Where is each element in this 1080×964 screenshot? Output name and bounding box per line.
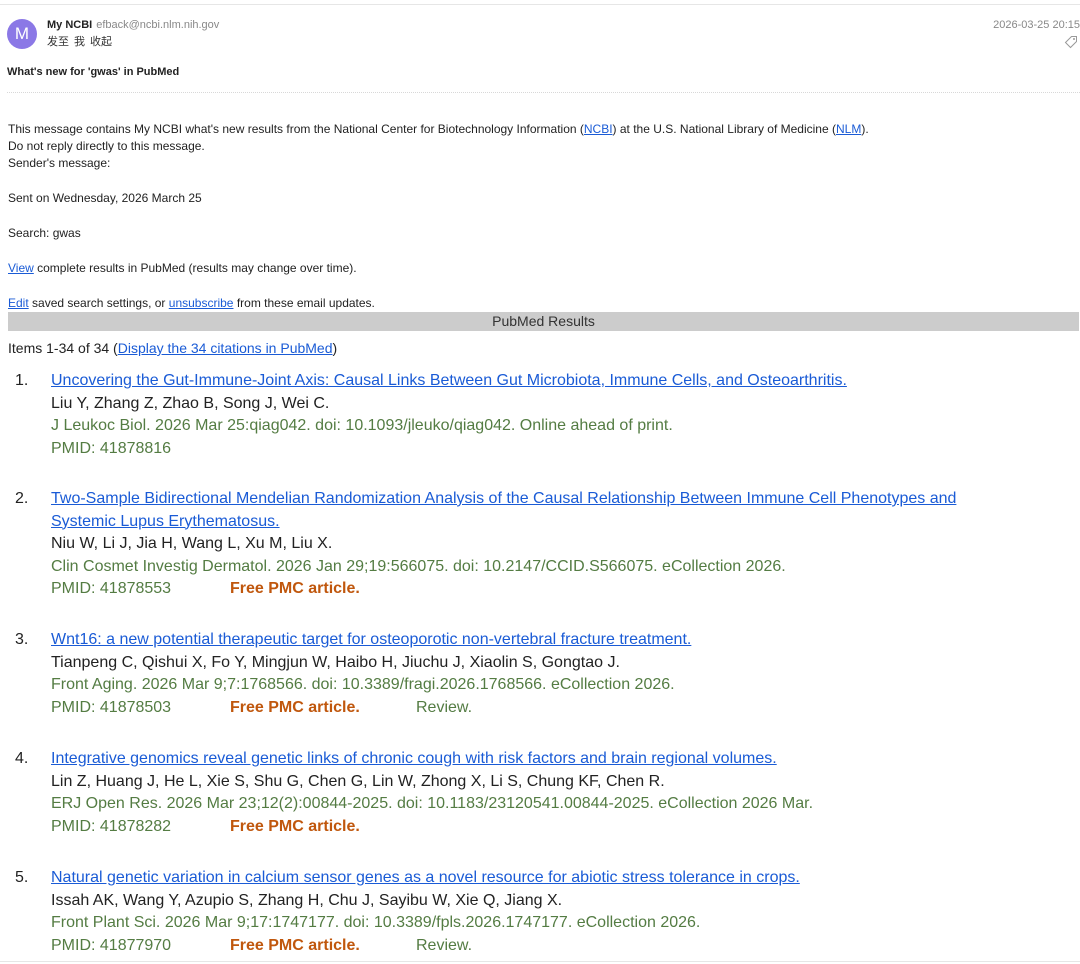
search-text: Search: gwas: [8, 226, 81, 240]
view-text: complete results in PubMed (results may …: [33, 261, 357, 275]
result-title-line: Integrative genomics reveal genetic link…: [51, 748, 1051, 771]
result-title-line: Natural genetic variation in calcium sen…: [51, 867, 1051, 890]
result-title-link[interactable]: Wnt16: a new potential therapeutic targe…: [51, 631, 691, 648]
sender-avatar: M: [7, 19, 37, 49]
result-content: Uncovering the Gut-Immune-Joint Axis: Ca…: [51, 370, 1051, 460]
result-pmid: PMID: 41878553: [51, 580, 172, 597]
result-source: Clin Cosmet Investig Dermatol. 2026 Jan …: [51, 557, 786, 575]
result-source: Front Aging. 2026 Mar 9;7:1768566. doi: …: [51, 676, 675, 693]
sender-email: efback@ncbi.nlm.nih.gov: [96, 19, 220, 31]
result-number: 5.: [15, 869, 29, 886]
result-pmid-row: PMID: 41878282 Free PMC article.: [51, 816, 1051, 839]
result-authors: Liu Y, Zhang Z, Zhao B, Song J, Wei C.: [51, 394, 330, 412]
sender-line: My NCBI efback@ncbi.nlm.nih.gov: [47, 18, 219, 32]
result-pmid-row: PMID: 41878816: [51, 438, 1051, 461]
subject-divider: [7, 92, 1080, 93]
email-subject: What's new for 'gwas' in PubMed: [7, 66, 180, 78]
result-number: 3.: [15, 631, 29, 648]
result-pmid: PMID: 41878503: [51, 698, 172, 716]
result-title-link[interactable]: Natural genetic variation in calcium sen…: [51, 869, 800, 886]
intro-text-end: ).: [861, 122, 869, 136]
recipient-line: 发至我收起: [47, 35, 117, 49]
result-authors: Niu W, Li J, Jia H, Wang L, Xu M, Liu X.: [51, 535, 333, 552]
result-title-link[interactable]: Integrative genomics reveal genetic link…: [51, 750, 777, 767]
sent-on-text: Sent on Wednesday, 2026 March 25: [8, 191, 202, 205]
result-content: Integrative genomics reveal genetic link…: [51, 748, 1051, 838]
result-source: J Leukoc Biol. 2026 Mar 25:qiag042. doi:…: [51, 417, 673, 434]
result-title-link[interactable]: Systemic Lupus Erythematosus.: [51, 513, 280, 530]
result-title-link[interactable]: Uncovering the Gut-Immune-Joint Axis: Ca…: [51, 372, 847, 389]
no-reply-text: Do not reply directly to this message.: [8, 139, 205, 153]
result-source: Front Plant Sci. 2026 Mar 9;17:1747177. …: [51, 914, 701, 931]
result-content: Natural genetic variation in calcium sen…: [51, 867, 1051, 957]
result-title-line: Systemic Lupus Erythematosus.: [51, 511, 1051, 534]
pubmed-results-bar: PubMed Results: [8, 312, 1079, 331]
ncbi-link[interactable]: NCBI: [584, 122, 613, 136]
bottom-divider: [0, 961, 1080, 962]
result-pmid-row: PMID: 41877970 Free PMC article. Review.: [51, 935, 1051, 958]
result-authors: Tianpeng C, Qishui X, Fo Y, Mingjun W, H…: [51, 653, 620, 671]
result-number: 1.: [15, 372, 29, 389]
free-pmc-label: Free PMC article.: [230, 698, 360, 716]
edit-text: saved search settings, or: [28, 296, 169, 310]
result-number: 2.: [15, 490, 29, 507]
email-date: 2026-03-25 20:15: [993, 19, 1080, 31]
result-authors: Issah AK, Wang Y, Azupio S, Zhang H, Chu…: [51, 891, 563, 909]
top-divider: [0, 4, 1080, 5]
free-pmc-label: Free PMC article.: [230, 817, 360, 835]
edit-line: Edit saved search settings, or unsubscri…: [8, 296, 375, 310]
review-label: Review.: [416, 936, 473, 954]
tag-icon[interactable]: [1064, 35, 1078, 49]
edit-text-end: from these email updates.: [233, 296, 375, 310]
intro-text-mid: ) at the U.S. National Library of Medici…: [612, 122, 836, 136]
result-title-line: Wnt16: a new potential therapeutic targe…: [51, 629, 1051, 652]
result-content: Wnt16: a new potential therapeutic targe…: [51, 629, 1051, 719]
items-close: ): [332, 340, 338, 356]
result-title-link[interactable]: Two-Sample Bidirectional Mendelian Rando…: [51, 490, 956, 507]
items-summary: Items 1-34 of 34 (Display the 34 citatio…: [8, 340, 337, 357]
free-pmc-label: Free PMC article.: [230, 936, 360, 954]
result-title-line: Uncovering the Gut-Immune-Joint Axis: Ca…: [51, 370, 1051, 393]
view-line: View complete results in PubMed (results…: [8, 261, 357, 275]
result-pmid-row: PMID: 41878553 Free PMC article.: [51, 578, 1051, 601]
intro-text: This message contains My NCBI what's new…: [8, 122, 584, 136]
review-label: Review.: [416, 698, 473, 716]
result-number: 4.: [15, 750, 29, 767]
edit-link[interactable]: Edit: [8, 296, 29, 310]
result-pmid: PMID: 41877970: [51, 936, 172, 954]
recipient-me: 我: [74, 36, 85, 48]
result-content: Two-Sample Bidirectional Mendelian Rando…: [51, 488, 1051, 601]
result-source: ERJ Open Res. 2026 Mar 23;12(2):00844-20…: [51, 795, 814, 812]
result-authors: Lin Z, Huang J, He L, Xie S, Shu G, Chen…: [51, 772, 665, 790]
items-count: Items 1-34 of 34 (: [8, 340, 118, 356]
sender-name[interactable]: My NCBI: [47, 19, 92, 31]
result-pmid-row: PMID: 41878503 Free PMC article. Review.: [51, 697, 1051, 720]
view-link[interactable]: View: [8, 261, 34, 275]
result-title-line: Two-Sample Bidirectional Mendelian Rando…: [51, 488, 1051, 511]
sender-message-label: Sender's message:: [8, 156, 111, 170]
collapse-toggle[interactable]: 收起: [90, 36, 112, 48]
unsubscribe-link[interactable]: unsubscribe: [169, 296, 234, 310]
result-pmid: PMID: 41878816: [51, 439, 172, 457]
nlm-link[interactable]: NLM: [836, 122, 861, 136]
intro-line: This message contains My NCBI what's new…: [8, 122, 869, 136]
recipient-prefix: 发至: [47, 36, 69, 48]
result-pmid: PMID: 41878282: [51, 817, 172, 835]
display-citations-link[interactable]: Display the 34 citations in PubMed: [118, 340, 333, 356]
free-pmc-label: Free PMC article.: [230, 580, 360, 597]
